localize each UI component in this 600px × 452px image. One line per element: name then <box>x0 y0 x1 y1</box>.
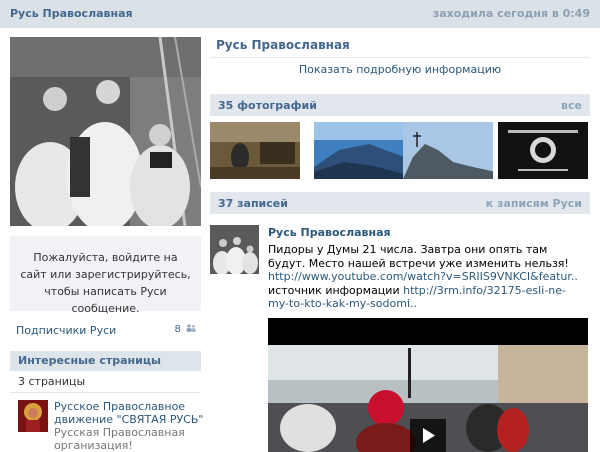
show-info-link[interactable]: Показать подробную информацию <box>210 63 590 76</box>
profile-photo[interactable] <box>10 37 201 226</box>
photos-header[interactable]: 35 фотографий все <box>210 94 590 116</box>
posts-count-title[interactable]: 37 записей <box>218 197 288 210</box>
posts-header[interactable]: 37 записей к записям Руси <box>210 192 590 214</box>
post-author-avatar[interactable] <box>210 225 259 274</box>
photos-all-link[interactable]: все <box>561 99 582 112</box>
interesting-page-desc: Русская Православная организация! <box>54 426 185 452</box>
login-prompt-text: Пожалуйста, войдите на сайт или зарегист… <box>20 251 191 315</box>
photo-thumb[interactable] <box>498 122 588 179</box>
divider <box>210 57 590 58</box>
play-button[interactable] <box>410 419 446 452</box>
people-icon <box>186 324 196 332</box>
photo-thumb[interactable] <box>403 122 493 179</box>
photo-thumb[interactable] <box>210 122 300 179</box>
photo-image <box>210 122 300 179</box>
interesting-page-name[interactable]: Русское Православное движение "СВЯТАЯ РУ… <box>54 400 204 426</box>
photo-image <box>403 122 493 179</box>
photos-count-title[interactable]: 35 фотографий <box>218 99 317 112</box>
divider <box>10 392 201 393</box>
subscribers-count: 8 <box>174 324 181 335</box>
post-body: Пидоры у Думы 21 числа. Завтра они опять… <box>268 243 569 270</box>
icon-image <box>18 400 48 432</box>
pages-count: 3 страницы <box>18 375 86 388</box>
avatar-image <box>210 225 259 274</box>
post-source-label: источник информации <box>268 283 400 297</box>
interesting-page-item[interactable]: Русское Православное движение "СВЯТАЯ РУ… <box>54 400 204 452</box>
top-bar: Русь Православная заходила сегодня в 0:4… <box>0 0 600 28</box>
subscribers-link[interactable]: Подписчики Руси 8 <box>16 324 196 338</box>
subscribers-label[interactable]: Подписчики Руси <box>16 324 116 337</box>
profile-photo-image <box>10 37 201 226</box>
last-seen-status: заходила сегодня в 0:49 <box>432 7 590 20</box>
photo-image <box>498 122 588 179</box>
to-posts-link[interactable]: к записям Руси <box>486 197 582 210</box>
photo-thumb[interactable] <box>314 122 404 179</box>
play-icon[interactable] <box>410 419 446 452</box>
login-prompt-box: Пожалуйста, войдите на сайт или зарегист… <box>10 236 201 315</box>
photo-image <box>314 122 404 179</box>
interesting-pages-title[interactable]: Интересные страницы <box>18 354 161 367</box>
post-author-name[interactable]: Русь Православная <box>268 226 391 239</box>
page-avatar[interactable] <box>18 400 48 432</box>
group-title: Русь Православная <box>216 38 350 52</box>
page-title: Русь Православная <box>10 7 133 20</box>
interesting-pages-header[interactable]: Интересные страницы <box>10 351 201 371</box>
post-text: Пидоры у Думы 21 числа. Завтра они опять… <box>268 243 584 311</box>
post-link-youtube[interactable]: http://www.youtube.com/watch?v=SRIIS9VNK… <box>268 270 578 283</box>
